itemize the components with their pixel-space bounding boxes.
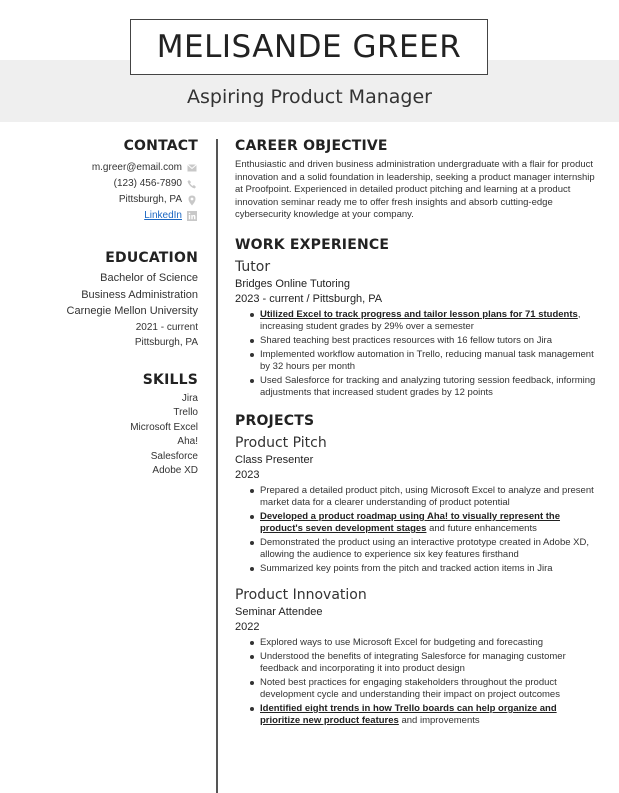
contact-phone: (123) 456-7890 — [20, 176, 198, 192]
envelope-icon — [186, 164, 198, 172]
project-bullets: Explored ways to use Microsoft Excel for… — [235, 637, 599, 727]
objective-heading: CAREER OBJECTIVE — [235, 138, 388, 154]
project-product-pitch: Product Pitch Class Presenter 2023 Prepa… — [235, 435, 599, 575]
phone-text: (123) 456-7890 — [113, 178, 182, 189]
skill-item: Jira — [181, 392, 198, 404]
skill-item: Microsoft Excel — [130, 421, 198, 433]
list-item: Explored ways to use Microsoft Excel for… — [235, 637, 599, 649]
contact-linkedin: LinkedIn — [20, 208, 198, 224]
education-location: Pittsburgh, PA — [134, 336, 198, 348]
contact-heading: CONTACT — [123, 138, 198, 154]
map-pin-icon — [186, 195, 198, 206]
project-title: Product Innovation — [235, 586, 367, 603]
work-section: WORK EXPERIENCE Tutor Bridges Online Tut… — [235, 237, 599, 399]
list-item: Developed a product roadmap using Aha! t… — [235, 511, 599, 535]
objective-section: CAREER OBJECTIVE Enthusiastic and driven… — [235, 138, 599, 222]
list-item: Implemented workflow automation in Trell… — [235, 349, 599, 373]
education-major: Business Administration — [81, 288, 198, 301]
project-title: Product Pitch — [235, 434, 327, 451]
project-product-innovation: Product Innovation Seminar Attendee 2022… — [235, 587, 599, 727]
project-role: Class Presenter — [235, 453, 314, 466]
education-school: Carnegie Mellon University — [66, 305, 198, 317]
skill-item: Trello — [173, 407, 198, 419]
list-item: Demonstrated the product using an intera… — [235, 537, 599, 561]
education-dates: 2021 - current — [135, 321, 198, 333]
work-date: 2023 - current / Pittsburgh, PA — [235, 292, 383, 305]
work-bullets: Utilized Excel to track progress and tai… — [235, 309, 599, 399]
list-item: Prepared a detailed product pitch, using… — [235, 485, 599, 509]
list-item: Utilized Excel to track progress and tai… — [235, 309, 599, 333]
contact-email: m.greer@email.com — [20, 160, 198, 176]
work-role: Tutor — [235, 258, 271, 275]
name-box: MELISANDE GREER — [130, 19, 488, 75]
list-item: Used Salesforce for tracking and analyzi… — [235, 375, 599, 399]
email-text: m.greer@email.com — [91, 162, 182, 173]
phone-icon — [186, 179, 198, 189]
work-heading: WORK EXPERIENCE — [235, 236, 390, 253]
linkedin-link[interactable]: LinkedIn — [144, 208, 182, 224]
project-year: 2023 — [235, 468, 260, 481]
project-year: 2022 — [235, 620, 260, 633]
skills-section: SKILLS Jira Trello Microsoft Excel Aha! … — [20, 372, 198, 480]
list-item: Summarized key points from the pitch and… — [235, 563, 599, 575]
linkedin-icon — [186, 211, 198, 221]
right-column: CAREER OBJECTIVE Enthusiastic and driven… — [235, 138, 599, 729]
skill-item: Salesforce — [150, 450, 198, 462]
candidate-name: MELISANDE GREER — [156, 29, 462, 65]
contact-location: Pittsburgh, PA — [20, 192, 198, 208]
skills-heading: SKILLS — [142, 371, 198, 388]
project-role: Seminar Attendee — [235, 605, 323, 618]
work-org: Bridges Online Tutoring — [235, 277, 350, 290]
left-column: CONTACT m.greer@email.com (123) 456-7890… — [20, 138, 198, 479]
education-degree: Bachelor of Science — [100, 272, 198, 284]
location-text: Pittsburgh, PA — [118, 194, 182, 205]
list-item: Noted best practices for engaging stakeh… — [235, 677, 599, 701]
contact-section: CONTACT m.greer@email.com (123) 456-7890… — [20, 138, 198, 224]
objective-text: Enthusiastic and driven business adminis… — [235, 159, 595, 221]
project-bullets: Prepared a detailed product pitch, using… — [235, 485, 599, 575]
list-item: Identified eight trends in how Trello bo… — [235, 703, 599, 727]
skill-item: Adobe XD — [152, 465, 198, 477]
education-section: EDUCATION Bachelor of Science Business A… — [20, 250, 198, 350]
skill-item: Aha! — [177, 436, 198, 448]
projects-section: PROJECTS Product Pitch Class Presenter 2… — [235, 413, 599, 727]
column-divider — [216, 139, 218, 793]
list-item: Understood the benefits of integrating S… — [235, 651, 599, 675]
education-heading: EDUCATION — [105, 250, 198, 266]
list-item: Shared teaching best practices resources… — [235, 335, 599, 347]
candidate-title: Aspiring Product Manager — [187, 86, 432, 108]
projects-heading: PROJECTS — [235, 412, 315, 429]
